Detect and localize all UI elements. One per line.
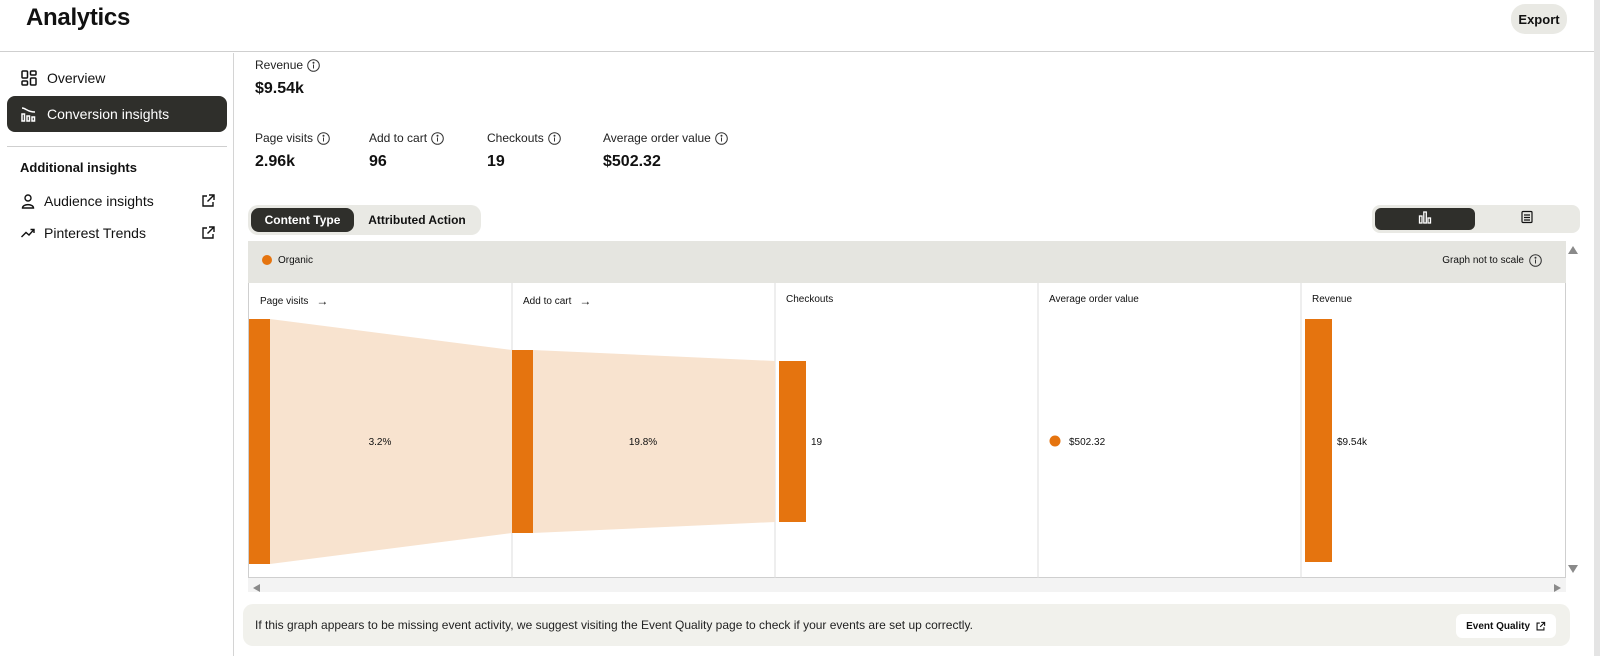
- export-button[interactable]: Export: [1511, 4, 1567, 34]
- metric-value: $502.32: [603, 153, 661, 170]
- chart-legend-bar: Organic Graph not to scale: [248, 241, 1566, 283]
- sidebar-divider: [7, 146, 227, 147]
- tab-content-type[interactable]: Content Type: [251, 208, 354, 232]
- info-icon[interactable]: [317, 131, 330, 145]
- checkouts-data-label: 19: [811, 437, 823, 448]
- trend-icon: [20, 225, 36, 241]
- legend-swatch-organic: [262, 255, 272, 265]
- page-title: Analytics: [26, 4, 131, 31]
- chart-view-button[interactable]: [1375, 208, 1475, 230]
- event-quality-button[interactable]: Event Quality: [1456, 614, 1556, 638]
- info-icon[interactable]: [431, 131, 444, 145]
- funnel-bar-revenue[interactable]: [1305, 319, 1332, 562]
- funnel-bar-checkouts[interactable]: [779, 361, 806, 522]
- sidebar-item-audience-insights[interactable]: Audience insights: [20, 189, 216, 213]
- funnel-svg: 3.2% 19.8% 19 $502.32 $9.54k: [249, 283, 1368, 578]
- arrow-right-icon: →: [316, 294, 329, 308]
- metric-add-to-cart: Add to cart 96: [369, 131, 444, 171]
- metric-value: 2.96k: [255, 153, 296, 170]
- info-icon[interactable]: [307, 58, 320, 72]
- view-toggle: [1372, 205, 1580, 233]
- tab-attributed-action[interactable]: Attributed Action: [356, 208, 478, 232]
- scroll-left-arrow[interactable]: [252, 580, 262, 598]
- column-header-add-to-cart[interactable]: Add to cart →: [523, 294, 591, 308]
- column-header-average-order-value: Average order value: [1049, 294, 1139, 305]
- metric-checkouts: Checkouts 19: [487, 131, 561, 171]
- metric-label: Average order value: [603, 131, 711, 145]
- sidebar-item-pinterest-trends[interactable]: Pinterest Trends: [20, 221, 216, 245]
- sidebar-item-label: Pinterest Trends: [44, 225, 146, 241]
- event-quality-notice: If this graph appears to be missing even…: [243, 604, 1570, 646]
- funnel-bar-add-to-cart[interactable]: [512, 350, 533, 533]
- app-header: Analytics Export: [0, 0, 1594, 52]
- column-header-page-visits[interactable]: Page visits →: [260, 294, 328, 308]
- notice-text: If this graph appears to be missing even…: [255, 618, 973, 632]
- conversion-funnel-chart: 3.2% 19.8% 19 $502.32 $9.54k Page visits…: [248, 283, 1566, 578]
- info-icon[interactable]: [547, 131, 561, 145]
- table-view-icon: [1520, 210, 1534, 229]
- additional-insights-heading: Additional insights: [20, 160, 137, 175]
- sidebar-item-overview[interactable]: Overview: [7, 60, 227, 96]
- sidebar-item-label: Audience insights: [44, 193, 154, 209]
- arrow-right-icon: →: [579, 294, 592, 308]
- column-header-checkouts: Checkouts: [786, 294, 833, 305]
- metric-value: 19: [487, 153, 505, 170]
- scroll-right-arrow[interactable]: [1552, 580, 1562, 598]
- breakdown-tabs: Content Type Attributed Action: [248, 205, 481, 235]
- sidebar-item-label: Conversion insights: [47, 106, 170, 122]
- metric-revenue: Revenue $9.54k: [255, 58, 320, 98]
- sidebar-item-label: Overview: [47, 70, 106, 86]
- scroll-down-arrow[interactable]: [1567, 562, 1579, 574]
- funnel-chart-icon: [20, 105, 38, 123]
- metric-page-visits: Page visits 2.96k: [255, 131, 330, 171]
- person-icon: [20, 193, 36, 209]
- funnel-point-average-order-value[interactable]: [1049, 435, 1061, 447]
- table-view-button[interactable]: [1477, 208, 1577, 230]
- metric-average-order-value: Average order value $502.32: [603, 131, 728, 171]
- info-icon[interactable]: [1529, 254, 1542, 267]
- button-label: Event Quality: [1466, 620, 1530, 632]
- column-header-label: Page visits: [260, 295, 309, 307]
- legend-label-organic: Organic: [278, 255, 314, 266]
- column-header-revenue: Revenue: [1312, 294, 1352, 305]
- metric-label: Add to cart: [369, 131, 428, 145]
- metric-label: Checkouts: [487, 131, 544, 145]
- metric-value: $9.54k: [255, 80, 304, 97]
- graph-scale-note: Graph not to scale: [1442, 255, 1524, 266]
- conversion-rate-label: 19.8%: [629, 437, 657, 448]
- window-scrollbar[interactable]: [1594, 0, 1600, 656]
- revenue-data-label: $9.54k: [1337, 437, 1368, 448]
- metric-value: 96: [369, 153, 387, 170]
- sidebar: Overview Conversion insights Additional …: [0, 53, 234, 656]
- column-header-label: Add to cart: [523, 295, 572, 307]
- scroll-up-arrow[interactable]: [1567, 243, 1579, 255]
- external-link-icon: [200, 225, 216, 241]
- external-link-icon: [1535, 621, 1546, 632]
- column-header-label: Revenue: [1312, 294, 1353, 305]
- aov-data-label: $502.32: [1069, 437, 1106, 448]
- funnel-bar-page-visits[interactable]: [249, 319, 270, 564]
- bar-chart-icon: [1418, 210, 1432, 229]
- metric-label: Page visits: [255, 131, 314, 145]
- external-link-icon: [200, 193, 216, 209]
- metric-label: Revenue: [255, 58, 304, 72]
- horizontal-scrollbar[interactable]: [248, 578, 1566, 592]
- conversion-rate-label: 3.2%: [369, 437, 392, 448]
- grid-icon: [20, 69, 38, 87]
- column-header-label: Average order value: [1049, 294, 1139, 305]
- info-icon[interactable]: [715, 131, 728, 145]
- sidebar-item-conversion-insights[interactable]: Conversion insights: [7, 96, 227, 132]
- column-header-label: Checkouts: [786, 294, 834, 305]
